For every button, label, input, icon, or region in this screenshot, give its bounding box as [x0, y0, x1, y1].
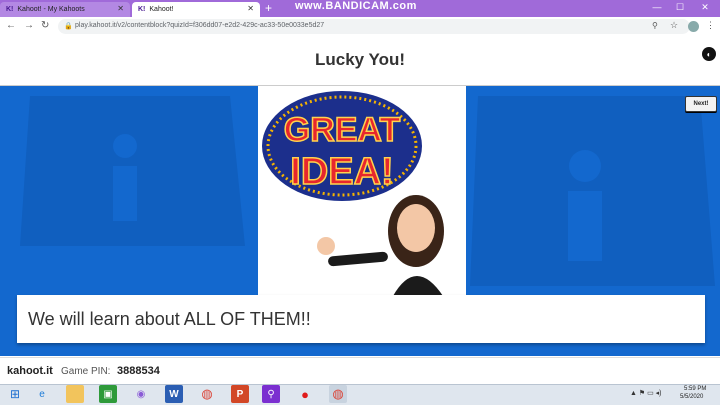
content-image: GREAT IDEA! [258, 86, 466, 296]
svg-text:IDEA!: IDEA! [290, 151, 393, 193]
chrome-icon[interactable]: ◍ [198, 385, 216, 403]
caption-text: We will learn about ALL OF THEM!! [28, 309, 311, 329]
file-explorer-icon[interactable] [66, 385, 84, 403]
tab-label: Kahoot! [149, 6, 174, 13]
kahoot-favicon-icon: K! [138, 6, 146, 13]
page-title: Lucky You! [314, 50, 406, 69]
close-tab-icon[interactable]: ✕ [247, 4, 254, 13]
svg-text:GREAT: GREAT [284, 111, 401, 149]
kahoot-favicon-icon: K! [6, 6, 14, 13]
lock-icon: 🔒 [64, 23, 73, 30]
tab-my-kahoots[interactable]: K! Kahoot! - My Kahoots ✕ [0, 2, 130, 17]
star-icon[interactable]: ☆ [670, 20, 678, 31]
record-icon[interactable]: ● [296, 385, 314, 403]
powerpoint-icon[interactable]: P [231, 385, 249, 403]
next-button[interactable]: Next! [685, 96, 717, 112]
theme-toggle-icon[interactable]: ◐ [702, 47, 716, 61]
tab-kahoot-active[interactable]: K! Kahoot! ✕ [132, 2, 260, 17]
close-window-icon[interactable]: ✕ [694, 0, 716, 14]
avatar[interactable] [688, 21, 699, 32]
store-icon[interactable]: ▣ [99, 385, 117, 403]
great-idea-illustration: GREAT IDEA! [262, 91, 444, 296]
reload-icon[interactable]: ↻ [41, 20, 49, 31]
back-arrow-icon[interactable]: ← [6, 20, 16, 31]
url-text[interactable]: play.kahoot.it/v2/contentblock?quizId=f3… [75, 22, 324, 29]
search-icon[interactable]: ⚲ [262, 385, 280, 403]
game-pin-value: 3888534 [117, 365, 160, 377]
tab-label: Kahoot! - My Kahoots [17, 6, 85, 13]
game-pin-label: Game PIN: [61, 366, 111, 377]
maximize-icon[interactable]: ☐ [669, 0, 691, 14]
new-tab-button[interactable]: + [265, 1, 272, 15]
clock-date[interactable]: 5/5/2020 [680, 394, 703, 400]
start-windows-icon[interactable]: ⊞ [6, 385, 24, 403]
close-tab-icon[interactable]: ✕ [117, 4, 124, 13]
minimize-icon[interactable]: — [646, 0, 668, 14]
zoom-icon[interactable]: ⚲ [652, 21, 658, 30]
chrome-active-icon[interactable]: ◍ [329, 385, 347, 403]
clock-time[interactable]: 5:59 PM [684, 386, 706, 392]
brand-label: kahoot.it [7, 365, 53, 377]
paint-icon[interactable]: ◉ [132, 385, 150, 403]
menu-kebab-icon[interactable]: ⋮ [706, 20, 715, 31]
recording-watermark: www.BANDICAM.com [295, 0, 417, 12]
internet-explorer-icon[interactable]: e [33, 385, 51, 403]
tray-icons[interactable]: ▲ ⚑ ▭ ◂) [630, 389, 662, 397]
word-icon[interactable]: W [165, 385, 183, 403]
forward-arrow-icon[interactable]: → [24, 20, 34, 31]
